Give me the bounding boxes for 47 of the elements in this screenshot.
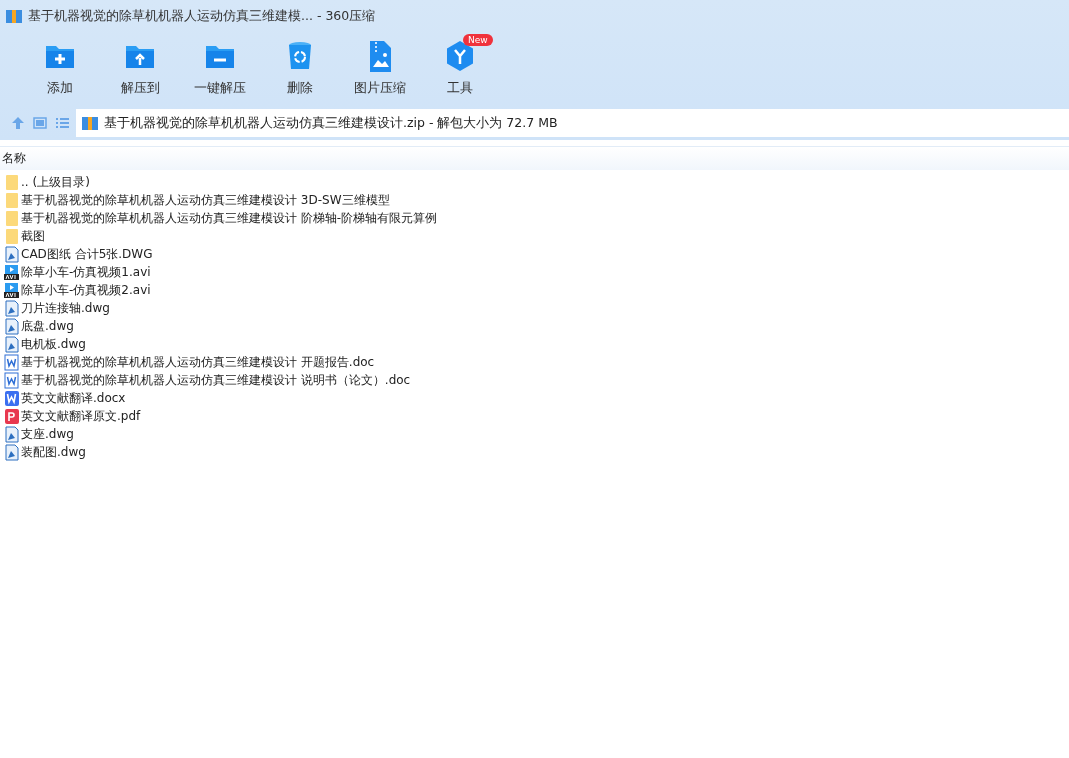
file-name[interactable]: 装配图.dwg [21, 443, 86, 461]
thumbnail-view-icon[interactable] [32, 115, 48, 131]
archive-icon [6, 9, 22, 23]
drawing-file-icon [3, 443, 20, 461]
toolbar-button[interactable]: 解压到 [100, 38, 180, 106]
file-name[interactable]: 底盘.dwg [21, 317, 74, 335]
file-name[interactable]: 除草小车-仿真视频1.avi [21, 263, 151, 281]
drawing-file-icon [3, 425, 20, 443]
drawing-file-icon [3, 317, 20, 335]
word-document-icon [3, 389, 20, 407]
new-badge: New [463, 34, 493, 46]
up-arrow-icon[interactable] [10, 115, 26, 131]
toolbar-button[interactable]: 图片压缩 [340, 38, 420, 106]
list-view-icon[interactable] [54, 115, 70, 131]
toolbar-button[interactable]: 添加 [20, 38, 100, 106]
video-file-icon [3, 263, 20, 281]
file-name[interactable]: 截图 [21, 227, 45, 245]
column-header[interactable]: 名称 [2, 151, 26, 165]
folder-icon [3, 173, 20, 191]
folder-icon [3, 227, 20, 245]
word-document-icon [3, 371, 20, 389]
file-name[interactable]: 基于机器视觉的除草机机器人运动仿真三维建模设计 开题报告.doc [21, 353, 375, 371]
drawing-file-icon [3, 335, 20, 353]
window-title: 基于机器视觉的除草机机器人运动仿真三维建模... - 360压缩 [28, 7, 376, 25]
file-name[interactable]: 基于机器视觉的除草机机器人运动仿真三维建模设计 说明书（论文）.doc [21, 371, 411, 389]
drawing-file-icon [3, 245, 20, 263]
file-name[interactable]: 英文文献翻译.docx [21, 389, 126, 407]
pdf-file-icon [3, 407, 20, 425]
folder-icon [3, 209, 20, 227]
file-name[interactable]: .. (上级目录) [21, 173, 90, 191]
file-name[interactable]: 电机板.dwg [21, 335, 86, 353]
drawing-file-icon [3, 299, 20, 317]
file-name[interactable]: 基于机器视觉的除草机机器人运动仿真三维建模设计 阶梯轴-阶梯轴有限元算例 [21, 209, 438, 227]
archive-icon [82, 116, 98, 130]
file-name[interactable]: 英文文献翻译原文.pdf [21, 407, 141, 425]
file-name[interactable]: CAD图纸 合计5张.DWG [21, 245, 153, 263]
file-name[interactable]: 刀片连接轴.dwg [21, 299, 110, 317]
video-file-icon [3, 281, 20, 299]
toolbar-button[interactable]: 一键解压 [180, 38, 260, 106]
toolbar-button[interactable]: 删除 [260, 38, 340, 106]
file-name[interactable]: 支座.dwg [21, 425, 74, 443]
folder-icon [3, 191, 20, 209]
word-document-icon [3, 353, 20, 371]
path-field[interactable]: 基于机器视觉的除草机机器人运动仿真三维建模设计.zip - 解包大小为 72.7 MB [76, 109, 1069, 137]
file-name[interactable]: 除草小车-仿真视频2.avi [21, 281, 151, 299]
file-name[interactable]: 基于机器视觉的除草机机器人运动仿真三维建模设计 3D-SW三维模型 [21, 191, 390, 209]
path-text: 基于机器视觉的除草机机器人运动仿真三维建模设计.zip - 解包大小为 72.7 MB [104, 114, 558, 132]
